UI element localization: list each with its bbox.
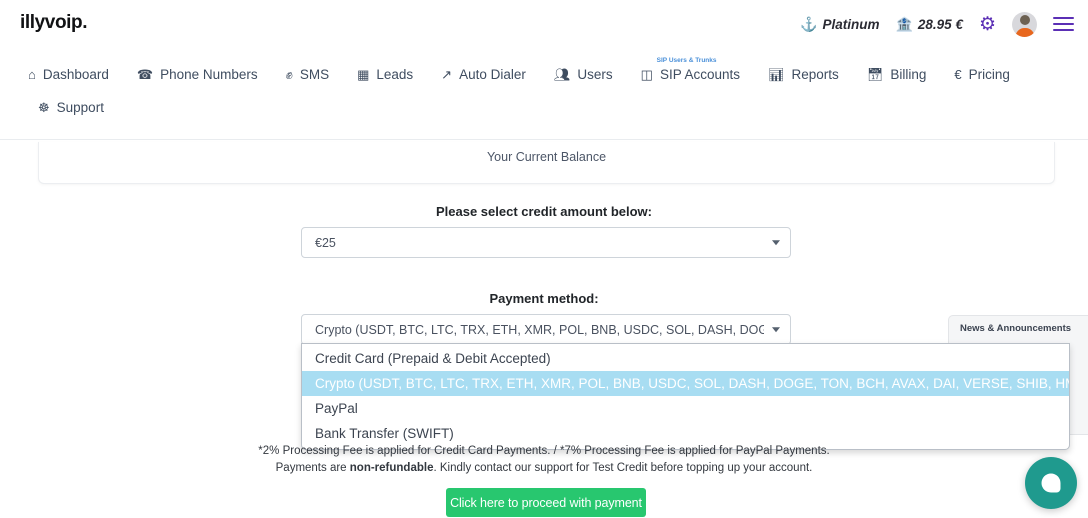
account-balance[interactable]: 🏦 28.95 € bbox=[895, 17, 962, 32]
nav-label: Pricing bbox=[969, 67, 1010, 82]
header-right-group: ⚓ Platinum 🏦 28.95 € ⚙ bbox=[800, 0, 1074, 48]
processing-fee-note: *2% Processing Fee is applied for Credit… bbox=[0, 445, 1088, 457]
credit-amount-value: €25 bbox=[315, 236, 336, 250]
medal-icon: ⚓ bbox=[800, 17, 817, 31]
bank-icon: 🏦 bbox=[895, 17, 912, 31]
nav-item-leads[interactable]: ▦ Leads bbox=[343, 58, 427, 91]
nav-item-phone-numbers[interactable]: ☎ Phone Numbers bbox=[123, 58, 272, 91]
refund-note-emphasis: non-refundable bbox=[350, 462, 434, 474]
users-icon: 👥︎ bbox=[554, 68, 571, 81]
avatar-head bbox=[1020, 15, 1030, 25]
home-icon: ⌂ bbox=[28, 68, 36, 81]
plan-badge-label: Platinum bbox=[822, 17, 879, 32]
nav-label: Phone Numbers bbox=[160, 67, 258, 82]
plan-badge[interactable]: ⚓ Platinum bbox=[800, 17, 879, 32]
avatar-body bbox=[1015, 28, 1034, 37]
dropdown-option-paypal[interactable]: PayPal bbox=[302, 396, 1069, 421]
dropdown-option-crypto[interactable]: Crypto (USDT, BTC, LTC, TRX, ETH, XMR, P… bbox=[302, 371, 1069, 396]
nav-label: SIP Accounts bbox=[660, 67, 740, 82]
refund-policy-note: Payments are non-refundable. Kindly cont… bbox=[0, 462, 1088, 474]
nav-label: Reports bbox=[792, 67, 839, 82]
nav-label: Billing bbox=[890, 67, 926, 82]
gear-icon[interactable]: ⚙ bbox=[979, 15, 996, 34]
nav-item-sip-accounts[interactable]: ◫ SIP Users & Trunks SIP Accounts bbox=[627, 58, 754, 91]
credit-amount-select[interactable]: €25 bbox=[301, 227, 791, 258]
brand-logo[interactable]: illyvoip. bbox=[20, 12, 87, 34]
nav-item-auto-dialer[interactable]: ↗ Auto Dialer bbox=[427, 58, 540, 91]
proceed-with-payment-button[interactable]: Click here to proceed with payment bbox=[446, 488, 646, 517]
current-balance-card: Your Current Balance bbox=[38, 142, 1055, 184]
account-balance-value: 28.95 € bbox=[918, 17, 963, 32]
bar-chart-icon: 📊︎ bbox=[768, 68, 785, 81]
chat-widget-button[interactable] bbox=[1025, 457, 1077, 509]
dropdown-option-credit-card[interactable]: Credit Card (Prepaid & Debit Accepted) bbox=[302, 346, 1069, 371]
nav-label: Leads bbox=[376, 67, 413, 82]
phone-icon: ☎ bbox=[137, 68, 153, 81]
payment-method-value: Crypto (USDT, BTC, LTC, TRX, ETH, XMR, P… bbox=[315, 323, 764, 337]
chevron-down-icon bbox=[772, 240, 780, 245]
credit-amount-label: Please select credit amount below: bbox=[0, 204, 1088, 219]
payment-method-label: Payment method: bbox=[0, 291, 1088, 306]
main-navigation: ⌂ Dashboard ☎ Phone Numbers ✊︎ SMS ▦ Lea… bbox=[0, 48, 1088, 140]
chevron-down-icon bbox=[772, 327, 780, 332]
nav-item-dashboard[interactable]: ⌂ Dashboard bbox=[14, 58, 123, 91]
nav-item-sms[interactable]: ✊︎ SMS bbox=[272, 58, 343, 91]
current-balance-title: Your Current Balance bbox=[39, 150, 1054, 164]
dropdown-option-bank-transfer[interactable]: Bank Transfer (SWIFT) bbox=[302, 421, 1069, 446]
euro-icon: € bbox=[954, 68, 961, 81]
nav-label: SMS bbox=[300, 67, 329, 82]
nav-primary-row: ⌂ Dashboard ☎ Phone Numbers ✊︎ SMS ▦ Lea… bbox=[14, 58, 1074, 91]
nav-item-reports[interactable]: 📊︎ Reports bbox=[754, 58, 853, 91]
nav-item-pricing[interactable]: € Pricing bbox=[940, 58, 1024, 91]
nav-label: Auto Dialer bbox=[459, 67, 526, 82]
nav-superscript-label: SIP Users & Trunks bbox=[657, 57, 717, 64]
nav-item-billing[interactable]: 📅︎ Billing bbox=[853, 58, 941, 91]
lifebuoy-icon: ☸ bbox=[38, 101, 50, 114]
arrow-up-right-icon: ↗ bbox=[441, 68, 452, 81]
avatar[interactable] bbox=[1012, 12, 1037, 37]
calendar-icon: 📅︎ bbox=[867, 68, 884, 81]
payment-method-select[interactable]: Crypto (USDT, BTC, LTC, TRX, ETH, XMR, P… bbox=[301, 314, 791, 345]
nav-secondary-row: ☸ Support bbox=[14, 91, 1074, 124]
hamburger-menu-icon[interactable] bbox=[1053, 13, 1074, 34]
contact-card-icon: ▦ bbox=[357, 68, 369, 81]
payment-method-dropdown[interactable]: Credit Card (Prepaid & Debit Accepted) C… bbox=[301, 343, 1070, 450]
main-content: Your Current Balance Please select credi… bbox=[0, 140, 1088, 518]
nav-label: Users bbox=[577, 67, 612, 82]
app-page: illyvoip. ⚓ Platinum 🏦 28.95 € ⚙ bbox=[0, 0, 1088, 518]
app-header: illyvoip. ⚓ Platinum 🏦 28.95 € ⚙ bbox=[0, 0, 1088, 48]
nav-label: Dashboard bbox=[43, 67, 109, 82]
nav-item-support[interactable]: ☸ Support bbox=[28, 91, 118, 124]
refund-note-post: . Kindly contact our support for Test Cr… bbox=[433, 462, 812, 474]
news-panel-title: News & Announcements bbox=[960, 323, 1071, 334]
nav-item-users[interactable]: 👥︎ Users bbox=[540, 58, 627, 91]
refund-note-pre: Payments are bbox=[276, 462, 350, 474]
chat-icon: ✊︎ bbox=[286, 68, 293, 81]
nav-label: Support bbox=[57, 100, 104, 115]
chat-bubble-icon bbox=[1042, 474, 1061, 493]
server-icon: ◫ bbox=[641, 68, 653, 81]
